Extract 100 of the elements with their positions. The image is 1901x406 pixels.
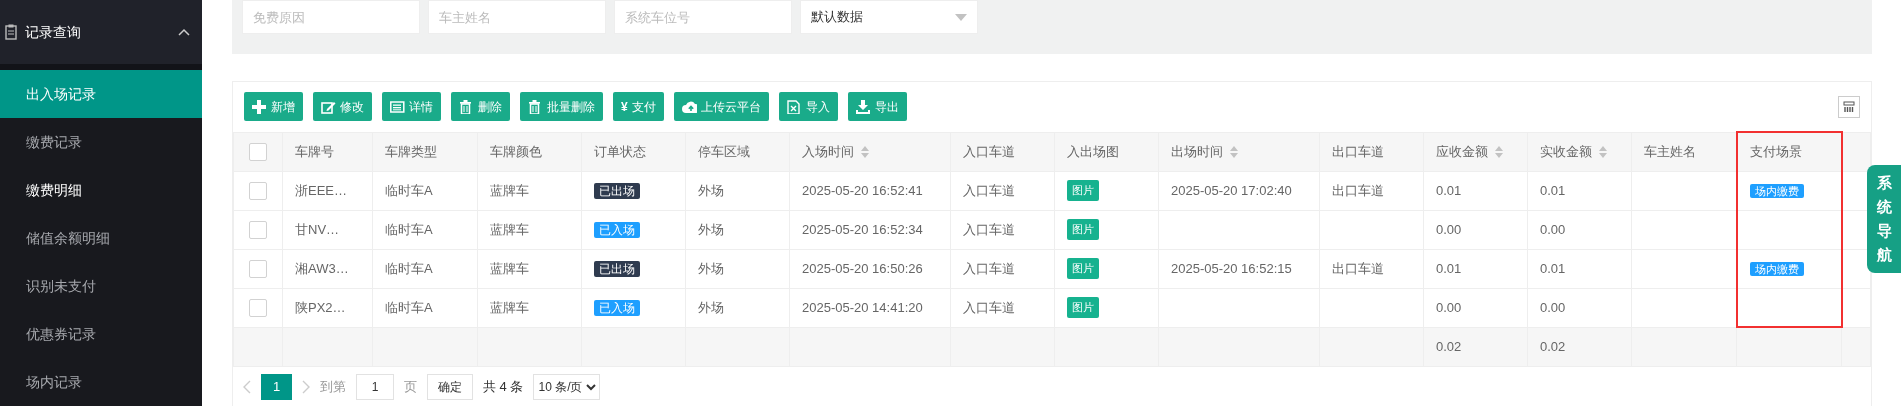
caret-down-icon (955, 13, 967, 21)
scene-tag: 场内缴费 (1749, 261, 1804, 276)
columns-button[interactable] (1838, 95, 1860, 118)
cloud-upload-icon (681, 99, 697, 114)
column-header: 车牌类型 (385, 142, 437, 161)
sidebar-item[interactable]: 缴费记录 (0, 118, 202, 166)
page-field[interactable]: 1 (356, 373, 394, 400)
table-cell: 0.00 (1436, 221, 1462, 237)
table-cell: 2025-05-20 16:52:15 (1171, 260, 1292, 276)
status-badge: 已出场 (594, 182, 640, 199)
sort-icon (1598, 145, 1607, 158)
sidebar-item[interactable]: 缴费明细 (0, 166, 202, 214)
image-button[interactable]: 图片 (1067, 258, 1099, 279)
table-cell: 外场 (698, 299, 724, 315)
column-header: 车主姓名 (1644, 142, 1696, 161)
list-icon (390, 99, 405, 114)
plus-icon (252, 99, 267, 114)
table-cell: 0.00 (1540, 299, 1566, 315)
table-cell: 2025-05-20 14:41:20 (802, 299, 923, 315)
image-button[interactable]: 图片 (1067, 180, 1099, 201)
table-cell: 外场 (698, 221, 724, 237)
table-cell: 蓝牌车 (490, 260, 529, 276)
table-cell: 出口车道 (1332, 260, 1384, 276)
sidebar-item[interactable]: 出入场记录 (0, 70, 202, 118)
table-cell: 2025-05-20 16:52:41 (802, 182, 923, 198)
total-count: 共 4 条 (483, 377, 524, 396)
trash-icon (528, 99, 543, 114)
status-badge: 已入场 (594, 299, 640, 316)
menu-section[interactable]: 记录查询 (0, 0, 202, 64)
checkbox[interactable] (249, 259, 267, 278)
chevron-right-icon (302, 379, 310, 394)
toolbar-button[interactable]: 上传云平台 (673, 92, 769, 121)
status-badge: 已出场 (594, 260, 640, 277)
toolbar-button[interactable]: 导入 (778, 92, 838, 121)
column-header: 车牌号 (295, 142, 334, 161)
clipboard-icon (4, 24, 18, 40)
table-cell: 临时车A (385, 260, 433, 276)
table-cell: 入口车道 (963, 182, 1015, 198)
checkbox[interactable] (249, 142, 267, 161)
table-cell: 浙EEE… (295, 182, 347, 198)
table-cell: 0.01 (1540, 260, 1566, 276)
table-cell: 2025-05-20 17:02:40 (1171, 182, 1292, 198)
page-button[interactable]: 1 (261, 373, 292, 400)
checkbox[interactable] (249, 220, 267, 239)
column-header: 订单状态 (594, 142, 646, 161)
sidebar-item[interactable]: 优惠券记录 (0, 310, 202, 358)
edit-icon (321, 99, 336, 114)
table-cell: 0.02 (1436, 338, 1462, 354)
checkbox[interactable] (249, 298, 267, 317)
toolbar-button[interactable]: 详情 (382, 92, 441, 121)
table-cell: 外场 (698, 182, 724, 198)
table-cell: 0.00 (1540, 221, 1566, 237)
text-field[interactable]: 车主姓名 (428, 0, 606, 34)
image-button[interactable]: 图片 (1067, 297, 1099, 318)
page-unit-label: 页 (404, 377, 417, 396)
confirm-button[interactable]: 确定 (427, 373, 473, 400)
status-badge: 已入场 (594, 221, 640, 238)
navigation-tab[interactable]: 系统导航 (1867, 165, 1901, 273)
toolbar-button[interactable]: 新增 (244, 92, 303, 121)
text-field[interactable]: 系统车位号 (614, 0, 792, 34)
sort-icon (1229, 145, 1238, 158)
table-cell: 陕PX2… (295, 299, 346, 315)
spreadsheet-file-icon (786, 99, 802, 114)
table-cell: 2025-05-20 16:50:26 (802, 260, 923, 276)
text-field[interactable]: 免费原因 (242, 0, 420, 34)
table-cell: 甘NV… (295, 221, 340, 237)
sort-icon (860, 145, 869, 158)
column-header: 出口车道 (1332, 142, 1384, 161)
grid-icon (1843, 100, 1855, 113)
column-header: 应收金额 (1436, 142, 1488, 161)
checkbox[interactable] (249, 181, 267, 200)
table-cell: 0.01 (1540, 182, 1566, 198)
sidebar-item[interactable]: 识别未支付 (0, 262, 202, 310)
toolbar-button[interactable]: 删除 (451, 92, 510, 121)
select-field[interactable]: 默认数据 (800, 0, 978, 34)
column-header: 入口车道 (963, 142, 1015, 161)
sidebar-item[interactable]: 场内记录 (0, 358, 202, 406)
yen-icon: ¥ (621, 97, 628, 116)
toolbar-button[interactable]: 修改 (313, 92, 372, 121)
table-cell: 外场 (698, 260, 724, 276)
column-header: 入场时间 (802, 142, 854, 161)
table-cell: 入口车道 (963, 299, 1015, 315)
table-cell: 0.01 (1436, 182, 1462, 198)
table-cell: 临时车A (385, 182, 433, 198)
toolbar-button[interactable]: 批量删除 (520, 92, 603, 121)
table-cell: 入口车道 (963, 221, 1015, 237)
table-cell: 临时车A (385, 221, 433, 237)
column-header: 停车区域 (698, 142, 750, 161)
toolbar-button[interactable]: ¥ 支付 (613, 92, 664, 121)
column-header: 支付场景 (1749, 143, 1802, 161)
image-button[interactable]: 图片 (1067, 219, 1099, 240)
goto-label: 到第 (320, 377, 346, 396)
trash-icon (459, 99, 474, 114)
table-cell: 0.00 (1436, 299, 1462, 315)
toolbar-button[interactable]: 导出 (847, 92, 907, 121)
page-size-select[interactable]: 10 条/页 (533, 373, 601, 400)
table-cell: 0.01 (1436, 260, 1462, 276)
table-cell: 蓝牌车 (490, 221, 529, 237)
table-cell: 出口车道 (1332, 182, 1384, 198)
sidebar-item[interactable]: 储值余额明细 (0, 214, 202, 262)
